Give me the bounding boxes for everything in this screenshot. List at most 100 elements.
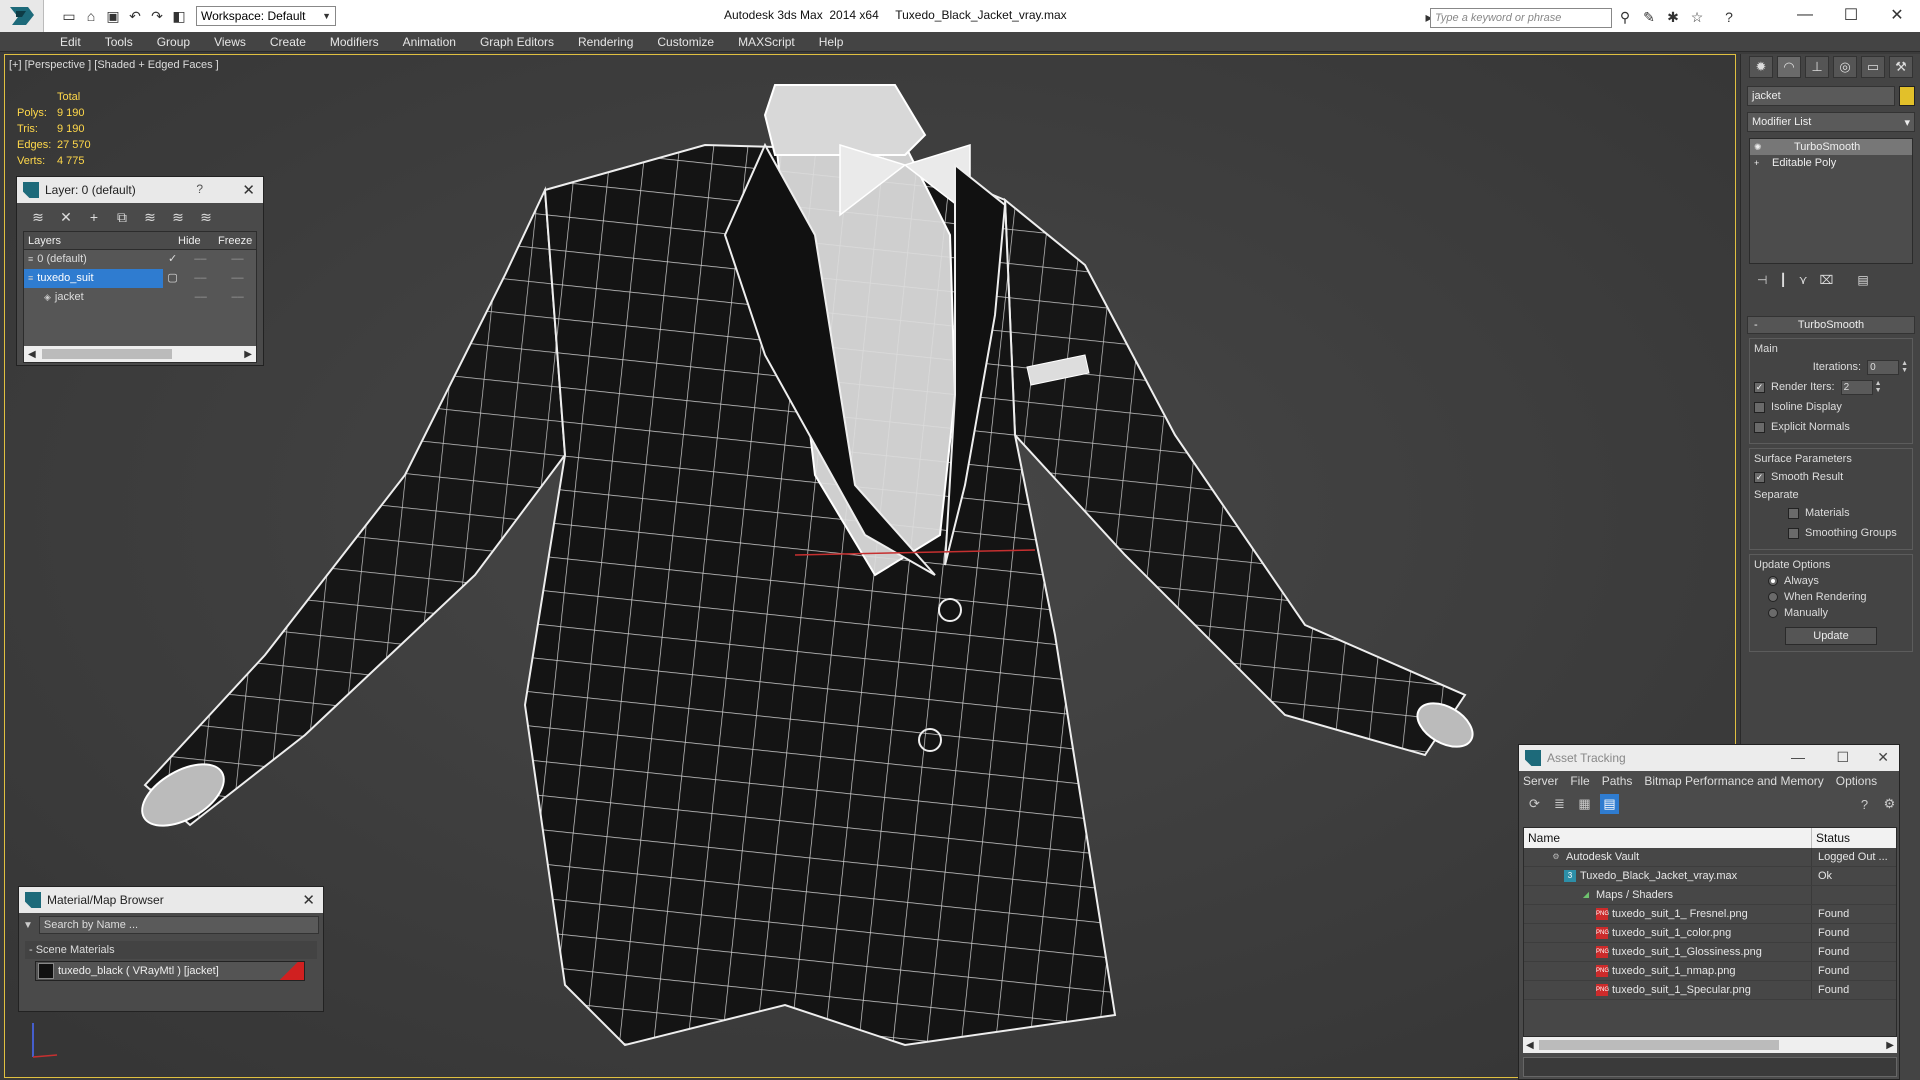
table-view-icon[interactable]: ▤ (1600, 794, 1619, 814)
scroll-right-icon[interactable]: ▶ (1886, 1040, 1894, 1051)
menu-rendering[interactable]: Rendering (566, 32, 645, 52)
freeze-all-layers-icon[interactable]: ≋ (195, 207, 217, 227)
subscription-key-icon[interactable]: ✎ (1638, 7, 1660, 27)
close-icon[interactable]: ✕ (302, 891, 315, 909)
asset-row[interactable]: PNG tuxedo_suit_1_color.png Found (1524, 924, 1896, 943)
hide-toggle[interactable]: –– (182, 269, 219, 288)
hide-toggle[interactable]: –– (182, 288, 219, 307)
menu-bitmap-performance[interactable]: Bitmap Performance and Memory (1644, 774, 1823, 788)
context-help-icon[interactable]: ⚙ (1880, 794, 1899, 814)
asset-row[interactable]: PNG tuxedo_suit_1_Specular.png Found (1524, 981, 1896, 1000)
lightbulb-icon[interactable]: ✺ (1754, 142, 1764, 152)
binoculars-icon[interactable]: ⚲ (1614, 7, 1636, 27)
manually-radio[interactable] (1768, 608, 1778, 618)
menu-graph-editors[interactable]: Graph Editors (468, 32, 566, 52)
menu-modifiers[interactable]: Modifiers (318, 32, 391, 52)
modifier-stack-item[interactable]: + Editable Poly (1750, 155, 1912, 171)
modifier-stack-item[interactable]: ✺ TurboSmooth (1750, 139, 1912, 155)
freeze-toggle[interactable]: –– (219, 269, 256, 288)
hierarchy-tab-icon[interactable]: ⊥ (1805, 56, 1829, 78)
object-name-field[interactable]: jacket (1747, 86, 1895, 106)
freeze-toggle[interactable]: –– (219, 288, 256, 307)
new-file-icon[interactable]: ▭ (58, 5, 80, 27)
menu-group[interactable]: Group (145, 32, 202, 52)
scrollbar-thumb[interactable] (1539, 1040, 1779, 1050)
add-to-layer-icon[interactable]: + (83, 207, 105, 227)
material-search-input[interactable]: Search by Name ... (38, 916, 319, 934)
name-column-header[interactable]: Name (1524, 828, 1812, 848)
minimize-icon[interactable]: — (1791, 749, 1805, 765)
menu-create[interactable]: Create (258, 32, 318, 52)
menu-edit[interactable]: Edit (48, 32, 93, 52)
close-icon[interactable]: ✕ (1877, 749, 1889, 766)
show-end-result-icon[interactable]: ┃ (1779, 273, 1786, 287)
menu-server[interactable]: Server (1523, 774, 1558, 788)
asset-row[interactable]: ◢ Maps / Shaders (1524, 886, 1896, 905)
asset-tracking-header[interactable]: Asset Tracking — ☐ ✕ (1519, 745, 1899, 771)
layer-name[interactable]: ≡ tuxedo_suit (24, 269, 164, 288)
menu-tools[interactable]: Tools (93, 32, 145, 52)
modify-tab-icon[interactable]: ◠ (1777, 56, 1801, 78)
select-objects-icon[interactable]: ⧉ (111, 207, 133, 227)
update-button[interactable]: Update (1785, 627, 1877, 645)
app-menu-button[interactable] (0, 0, 44, 34)
pin-stack-icon[interactable]: ⊣ (1757, 273, 1767, 287)
favorites-star-icon[interactable]: ☆ (1686, 7, 1708, 27)
remove-modifier-icon[interactable]: ⌧ (1819, 273, 1833, 287)
hide-column-header[interactable]: Hide (174, 232, 214, 249)
asset-row[interactable]: 3 Tuxedo_Black_Jacket_vray.max Ok (1524, 867, 1896, 886)
redo-icon[interactable]: ↷ (146, 5, 168, 27)
menu-maxscript[interactable]: MAXScript (726, 32, 807, 52)
create-layer-icon[interactable]: ≋ (27, 207, 49, 227)
rollout-header[interactable]: - TurboSmooth (1747, 316, 1915, 334)
asset-row[interactable]: PNG tuxedo_suit_1_nmap.png Found (1524, 962, 1896, 981)
scroll-right-icon[interactable]: ▶ (244, 349, 252, 360)
options-dropdown-icon[interactable]: ▼ (23, 920, 33, 931)
refresh-icon[interactable]: ⟳ (1525, 794, 1544, 814)
layer-row[interactable]: ≡ tuxedo_suit ▢ –– –– (24, 269, 256, 288)
modifier-list-dropdown[interactable]: Modifier List ▾ (1747, 112, 1915, 132)
help-icon[interactable]: ? (1855, 794, 1874, 814)
spinner-arrows-icon[interactable]: ▲ ▼ (1901, 360, 1908, 374)
explicit-normals-checkbox[interactable] (1754, 421, 1765, 433)
material-browser-header[interactable]: Material/Map Browser ✕ (19, 887, 323, 913)
layer-name[interactable]: ≡ 0 (default) (24, 250, 163, 269)
keyword-search-input[interactable]: Type a keyword or phrase (1430, 8, 1612, 28)
scroll-left-icon[interactable]: ◀ (1526, 1040, 1534, 1051)
thumbnail-view-icon[interactable]: ▦ (1575, 794, 1594, 814)
project-folder-icon[interactable]: ◧ (168, 5, 190, 27)
maximize-window-icon[interactable]: ☐ (1828, 0, 1874, 30)
viewport-label[interactable]: [+] [Perspective ] [Shaded + Edged Faces… (9, 59, 219, 71)
minimize-window-icon[interactable]: — (1782, 0, 1828, 30)
make-unique-icon[interactable]: ⋎ (1799, 273, 1808, 287)
hide-toggle[interactable]: –– (182, 250, 219, 269)
render-iters-checkbox[interactable]: ✓ (1754, 381, 1765, 393)
materials-checkbox[interactable] (1788, 507, 1799, 519)
menu-customize[interactable]: Customize (645, 32, 726, 52)
open-file-icon[interactable]: ⌂ (80, 5, 102, 27)
maximize-icon[interactable]: ☐ (1836, 749, 1849, 766)
scrollbar-thumb[interactable] (42, 349, 172, 359)
horizontal-scrollbar[interactable]: ◀ ▶ (1523, 1037, 1897, 1053)
object-name[interactable]: ◈ jacket (24, 288, 164, 307)
menu-paths[interactable]: Paths (1602, 774, 1633, 788)
utilities-tab-icon[interactable]: ⚒ (1889, 56, 1913, 78)
isoline-checkbox[interactable] (1754, 401, 1765, 413)
help-icon[interactable]: ? (196, 182, 203, 196)
iterations-spinner[interactable]: 0 (1867, 359, 1900, 375)
render-iters-spinner[interactable]: 2 (1840, 379, 1873, 395)
smooth-result-checkbox[interactable]: ✓ (1754, 471, 1765, 483)
undo-icon[interactable]: ↶ (124, 5, 146, 27)
expand-plus-icon[interactable]: + (1754, 158, 1764, 168)
communication-center-icon[interactable]: ✱ (1662, 7, 1684, 27)
scroll-left-icon[interactable]: ◀ (28, 349, 36, 360)
active-layer-check-icon[interactable]: ✓ (163, 250, 182, 269)
menu-options[interactable]: Options (1836, 774, 1877, 788)
delete-layer-icon[interactable]: ✕ (55, 207, 77, 227)
workspace-dropdown[interactable]: Workspace: Default ▼ (196, 6, 336, 26)
menu-file[interactable]: File (1570, 774, 1589, 788)
when-rendering-radio[interactable] (1768, 592, 1778, 602)
freeze-toggle[interactable]: –– (219, 250, 256, 269)
display-tab-icon[interactable]: ▭ (1861, 56, 1885, 78)
layer-row[interactable]: ◈ jacket –– –– (24, 288, 256, 307)
